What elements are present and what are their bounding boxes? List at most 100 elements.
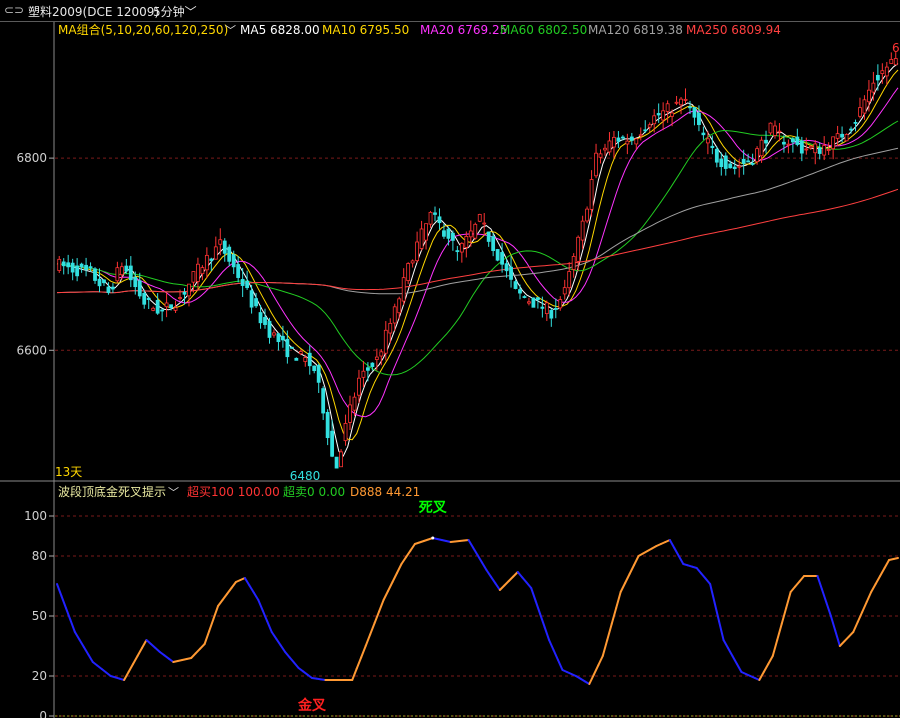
candle-body [289,346,294,349]
ma-legend-ma120: MA120 6819.38 [588,23,683,37]
candle-body [576,236,581,262]
candle-body [370,362,375,368]
d888-segment [668,539,676,549]
d888-segment [597,655,604,667]
d888-segment [69,619,76,633]
d888-segment [248,584,255,594]
d888-segment [73,631,81,641]
candle-body [804,148,809,151]
candle-body [316,364,321,383]
d888-segment [293,661,300,669]
candle-body [75,265,80,277]
candle-body [652,115,657,125]
d888-segment [673,547,680,557]
d888-segment [700,572,707,580]
candle-body [844,133,849,142]
span-label: 13天 [55,465,82,479]
candle-body [459,242,464,253]
d888-segment [369,622,376,636]
candle-body [383,329,388,354]
candle-body [697,112,701,126]
indicator-tick-label: 100 [24,509,47,523]
d888-segment [364,633,372,647]
candle-body [580,220,585,241]
candle-body [379,351,384,357]
candle-body [737,165,742,168]
candle-body [701,132,706,136]
candle-body [70,262,75,273]
oversold-label: 超卖0 0.00 [283,484,345,499]
candle-body [620,136,625,139]
candle-body [111,286,115,290]
candle-body [263,317,267,325]
ma-legend-ma5: MA5 6828.00 [240,23,320,37]
candle-body [558,299,563,309]
candle-body [339,451,343,468]
candle-body [397,298,402,314]
candle-body [858,107,862,117]
candle-body [826,149,831,151]
high-price-label: 6 [892,41,900,55]
candle-body [603,147,607,151]
d888-segment [275,637,282,647]
candle-body [213,246,218,260]
d888-segment [400,556,407,565]
candle-body [218,239,223,245]
candle-body [831,136,836,150]
candle-body [853,122,858,124]
d888-segment [64,607,72,621]
d888-segment [776,623,783,641]
d888-segment [718,620,725,641]
candle-body [670,112,674,117]
d888-segment [722,639,730,649]
indicator-tick-label: 50 [32,609,47,623]
d888-segment [212,605,220,620]
candle-body [491,236,496,252]
candle-body [567,271,572,289]
candle-body [106,286,111,293]
candle-body [119,266,124,276]
candle-body [643,129,648,132]
d888-segment [225,587,233,595]
candle-body [285,338,290,358]
candle-body [437,216,442,224]
candle-body [884,66,889,77]
candle-body [518,289,522,294]
overbought-label: 超买100 100.00 [187,484,280,499]
d888-segment [615,591,622,609]
candle-body [93,268,97,281]
candle-body [258,312,263,324]
ma-line-ma60 [56,120,899,376]
d888-segment [217,599,224,607]
candle-body [562,287,567,295]
candle-body [142,292,147,305]
d888-segment [351,667,358,681]
candle-body [200,267,205,275]
d888-segment [592,664,600,676]
candle-body [647,124,652,128]
candle-body [513,281,518,289]
candle-body [504,263,509,272]
candle-body [115,267,120,282]
candle-body [750,162,755,165]
candle-body [151,307,156,311]
candle-body [401,277,406,302]
candle-body [889,59,894,64]
candle-body [571,256,576,270]
ma-legend-ma250: MA250 6809.94 [686,23,781,37]
ma-legend-ma60: MA60 6802.50 [500,23,587,37]
candle-body [799,140,804,154]
d888-segment [516,571,524,579]
candle-body [813,143,818,154]
d888-segment [820,588,828,604]
candle-body [477,214,482,222]
candle-body [178,297,182,299]
d888-segment [852,621,859,633]
candle-body [392,306,397,324]
candle-body [343,423,348,442]
candle-body [531,297,536,308]
candle-body [361,370,366,378]
candle-body [245,280,250,289]
d888-segment [409,543,416,552]
candle-body [236,264,241,278]
